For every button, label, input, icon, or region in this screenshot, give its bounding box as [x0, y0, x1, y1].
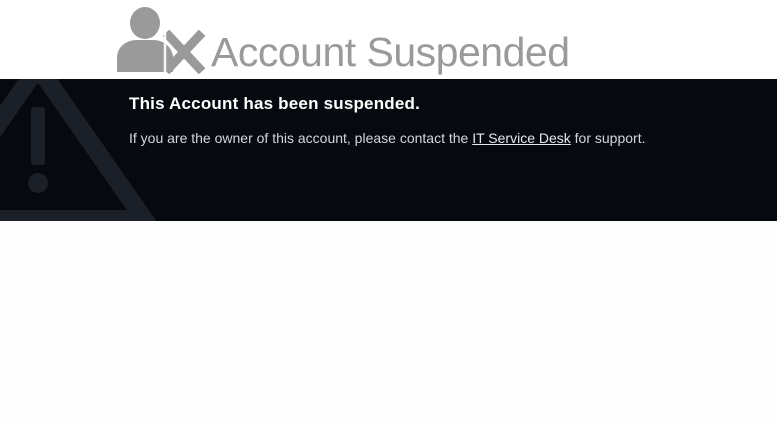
empty-content-area: [0, 221, 777, 423]
page-header: Account Suspended: [0, 0, 777, 79]
message-text-after: for support.: [570, 130, 646, 146]
suspension-banner: This Account has been suspended. If you …: [0, 79, 777, 221]
suspension-heading: This Account has been suspended.: [129, 94, 421, 113]
suspended-page: Account Suspended This Account has been …: [0, 0, 777, 423]
suspension-message: If you are the owner of this account, pl…: [129, 129, 645, 147]
user-suspended-icon: [117, 7, 206, 74]
message-text-before: If you are the owner of this account, pl…: [129, 130, 473, 146]
it-service-desk-link[interactable]: IT Service Desk: [472, 130, 571, 146]
page-title: Account Suspended: [211, 29, 570, 75]
